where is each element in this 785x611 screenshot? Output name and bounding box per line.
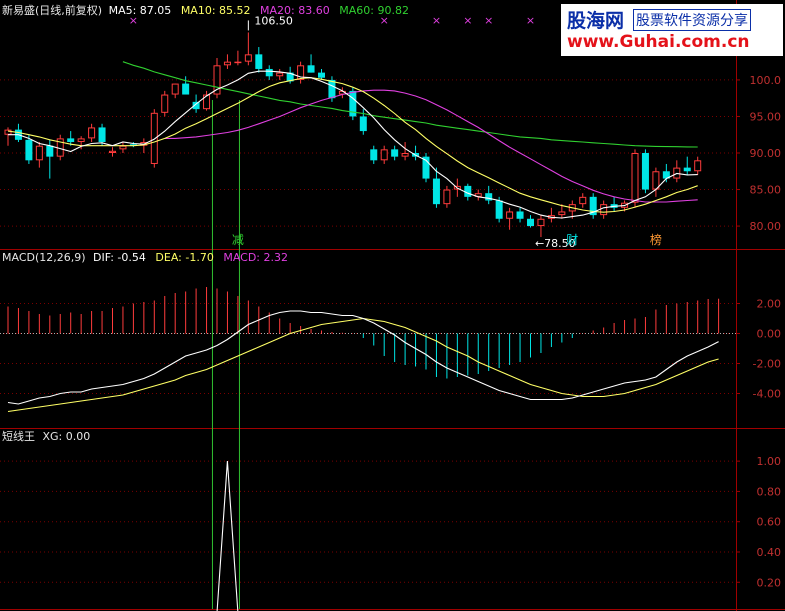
candle-body <box>641 153 649 190</box>
indicator-panel-header: 短线王 XG: 0.00 <box>2 430 90 444</box>
watermark-logo: 股海网 股票软件资源分享 www.Guhai.com.cn <box>561 4 783 56</box>
candle-body <box>255 54 263 69</box>
stock-chart-window: 100.0 95.00 90.00 85.00 80.00 2.00 0.00 -2.00 -4… <box>0 0 785 611</box>
candle-body <box>391 149 399 157</box>
candle-body <box>464 185 472 197</box>
dea-line <box>7 317 719 413</box>
macd-tick-label: 0.00 <box>757 328 782 341</box>
watermark-url: www.Guhai.com.cn <box>567 32 750 52</box>
candle-body <box>631 153 639 203</box>
ma5-legend: MA5: 87.05 <box>108 4 172 17</box>
candle-body <box>88 127 96 139</box>
ma60-legend: MA60: 90.82 <box>339 4 409 17</box>
candle-body <box>234 61 242 64</box>
candle-body <box>35 145 43 161</box>
candle-body <box>683 167 691 172</box>
candle-body <box>579 196 587 205</box>
macd-legend: MACD: 2.32 <box>223 251 288 264</box>
top-event-marker: × <box>432 14 441 27</box>
candle-body <box>223 61 231 66</box>
ma10-legend: MA10: 85.52 <box>180 4 251 17</box>
candle-body <box>328 79 336 99</box>
candle-body <box>4 129 12 135</box>
xg-tick-label: 0.80 <box>757 485 782 498</box>
candle-body <box>67 138 75 143</box>
xg-tick-label: 0.60 <box>757 516 782 529</box>
watermark-main: 股海网 <box>567 10 625 32</box>
xg-legend: XG: 0.00 <box>42 430 91 443</box>
event-badge: 减 <box>232 233 244 247</box>
stock-label: 新易盛(日线,前复权) <box>2 4 103 17</box>
candle-body <box>401 153 409 157</box>
candle-body <box>495 200 503 219</box>
xg-tick-label: 1.00 <box>757 455 782 468</box>
candle-body <box>161 94 169 113</box>
candle-body <box>276 72 284 77</box>
dif-line <box>7 310 719 405</box>
dif-legend: DIF: -0.54 <box>93 251 146 264</box>
candle-body <box>537 218 545 227</box>
price-panel-header: 新易盛(日线,前复权) MA5: 87.05 MA10: 85.52 MA20:… <box>2 4 409 18</box>
candle-body <box>265 68 273 77</box>
candle-body <box>694 160 702 172</box>
event-badge: 榜 <box>650 232 662 247</box>
candle-body <box>182 83 190 95</box>
candle-body <box>98 127 106 143</box>
candle-body <box>485 193 493 201</box>
candle-body <box>109 150 116 154</box>
candle-body <box>318 72 325 78</box>
price-tick-label: 100.0 <box>750 74 782 87</box>
price-tick-label: 95.00 <box>750 110 782 123</box>
price-tick-label: 90.00 <box>750 147 782 160</box>
candle-body <box>506 211 514 219</box>
candle-body <box>244 54 252 62</box>
macd-tick-label: 2.00 <box>757 298 782 311</box>
candle-body <box>380 149 388 161</box>
ma20-line <box>164 89 698 203</box>
candle-body <box>443 189 451 205</box>
event-badge: 财 <box>566 233 578 247</box>
candle-body <box>652 171 660 190</box>
indicator-name: 短线王 <box>2 430 35 443</box>
top-event-marker: × <box>526 14 535 27</box>
dea-legend: DEA: -1.70 <box>155 251 214 264</box>
candle-body <box>46 145 54 157</box>
xg-tick-label: 0.40 <box>757 546 782 559</box>
candle-body <box>527 218 534 227</box>
candle-body <box>171 83 179 95</box>
ma20-legend: MA20: 83.60 <box>260 4 330 17</box>
candle-body <box>359 116 367 132</box>
watermark-sub: 股票软件资源分享 <box>633 9 751 31</box>
macd-tick-label: -4.00 <box>753 388 781 401</box>
macd-tick-label: -2.00 <box>753 358 781 371</box>
candle-body <box>516 211 524 219</box>
price-tick-label: 80.00 <box>750 220 782 233</box>
candle-body <box>558 211 566 216</box>
top-event-marker: × <box>484 14 493 27</box>
xg-tick-label: 0.20 <box>757 576 782 589</box>
candle-body <box>119 145 127 150</box>
candle-body <box>150 112 158 164</box>
candle-body <box>307 65 315 73</box>
macd-panel-header: MACD(12,26,9) DIF: -0.54 DEA: -1.70 MACD… <box>2 251 288 265</box>
price-tick-label: 85.00 <box>750 184 782 197</box>
candle-body <box>370 149 378 161</box>
candle-body <box>432 178 440 205</box>
candle-body <box>25 139 33 161</box>
top-event-marker: × <box>463 14 472 27</box>
candle-body <box>600 204 608 216</box>
macd-label: MACD(12,26,9) <box>2 251 86 264</box>
candle-body <box>77 138 85 143</box>
xg-signal-line <box>216 461 239 611</box>
chart-canvas[interactable]: 100.0 95.00 90.00 85.00 80.00 2.00 0.00 -2.00 -4… <box>0 0 785 611</box>
